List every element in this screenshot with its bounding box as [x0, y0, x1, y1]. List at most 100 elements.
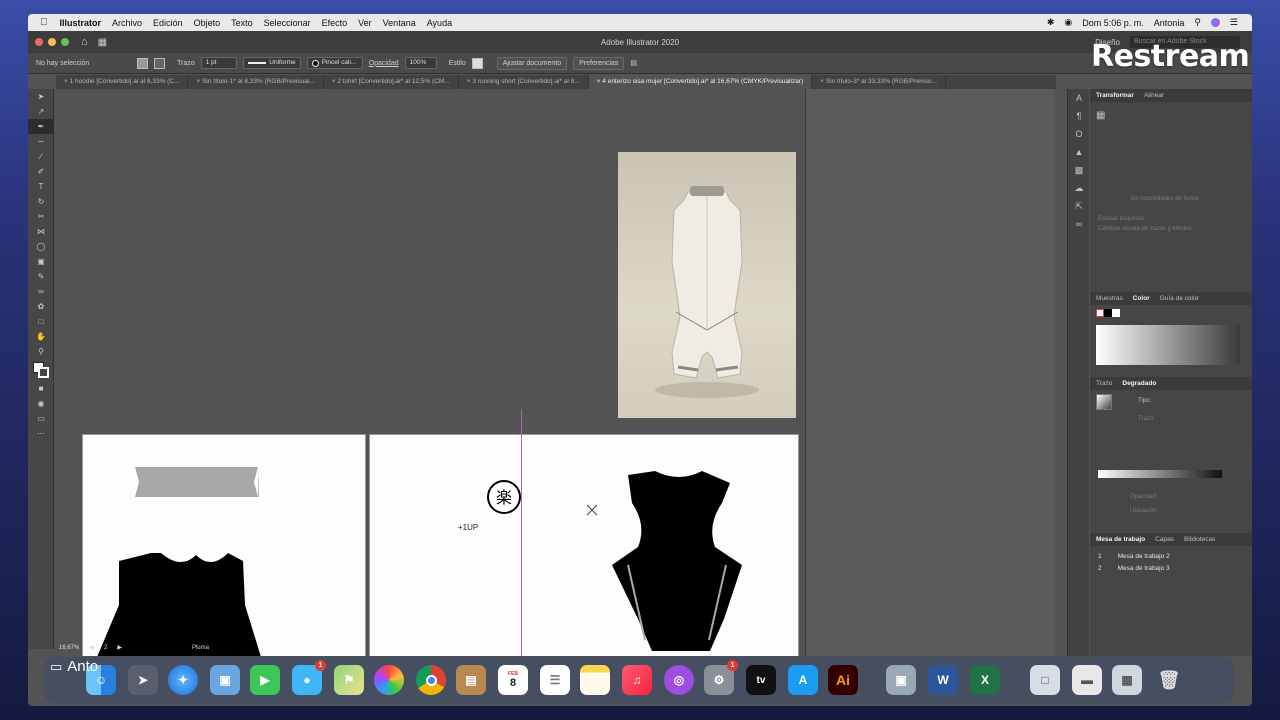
- reference-photo-bodysuit[interactable]: [618, 152, 796, 418]
- artboard-list-item[interactable]: 2 Mesa de trabajo 3: [1090, 562, 1252, 574]
- stroke-weight-field[interactable]: 1 pt: [200, 57, 237, 69]
- trash-icon[interactable]: 🗑: [1154, 665, 1184, 695]
- zoom-level[interactable]: 16,67%: [59, 645, 79, 651]
- zoom-tool-icon[interactable]: ⚲: [28, 344, 54, 359]
- app-store-icon[interactable]: A: [788, 665, 818, 695]
- draw-mode-icon[interactable]: ◉: [28, 396, 54, 411]
- stroke-label[interactable]: Trazo: [177, 60, 195, 67]
- appearance-panel-icon[interactable]: ▲: [1068, 143, 1090, 161]
- menu-archivo[interactable]: Archivo: [112, 18, 142, 28]
- menu-edicion[interactable]: Edición: [153, 18, 183, 28]
- opentype-panel-icon[interactable]: O: [1068, 125, 1090, 143]
- minimize-window-icon[interactable]: [48, 38, 56, 46]
- doc-tab[interactable]: × 2 tshirt [Convertido].ai* al 12,5% (CM…: [324, 75, 459, 89]
- tab-bibliotecas[interactable]: Bibliotecas: [1184, 536, 1215, 543]
- opacity-label[interactable]: Opacidad: [369, 60, 399, 67]
- links-panel-icon[interactable]: ☁: [1068, 179, 1090, 197]
- apple-tv-icon[interactable]: tv: [746, 665, 776, 695]
- system-preferences-icon[interactable]: ⚙ 1: [704, 660, 738, 695]
- artboard-number[interactable]: 2: [104, 645, 107, 651]
- symbol-sprayer-tool-icon[interactable]: ✿: [28, 299, 54, 314]
- notes-icon[interactable]: [580, 665, 610, 695]
- downloads-stack-icon[interactable]: □: [1030, 665, 1060, 695]
- word-icon[interactable]: W: [928, 665, 958, 695]
- fill-stroke-swatches[interactable]: [33, 362, 49, 378]
- scale-corners-option[interactable]: Escalar esquinas: [1090, 210, 1252, 222]
- screen-mode-icon[interactable]: ▭: [28, 411, 54, 426]
- current-tool-status[interactable]: Pluma: [192, 645, 209, 651]
- character-panel-icon[interactable]: A: [1068, 89, 1090, 107]
- stroke-swatch[interactable]: [154, 57, 165, 69]
- doc-tab[interactable]: × 3 running short [Convertido].ai* al 8.…: [459, 75, 589, 89]
- color-mode-icon[interactable]: ■: [28, 381, 54, 396]
- canvas-area[interactable]: 楽 +1UP: [55, 89, 1055, 656]
- shape-builder-tool-icon[interactable]: ◯: [28, 239, 54, 254]
- wifi-icon[interactable]: ◉: [1064, 17, 1072, 28]
- artboard-nav-prev-icon[interactable]: ◀: [89, 644, 94, 651]
- menubar-user[interactable]: Antonia: [1154, 18, 1185, 28]
- tab-alinear[interactable]: Alinear: [1144, 92, 1164, 99]
- fill-stroke-icon[interactable]: [28, 359, 54, 381]
- fill-swatch[interactable]: [137, 57, 148, 69]
- menu-texto[interactable]: Texto: [231, 18, 253, 28]
- tab-muestras[interactable]: Muestras: [1096, 295, 1123, 302]
- tab-capas[interactable]: Capas: [1155, 536, 1174, 543]
- width-tool-icon[interactable]: ⋈: [28, 224, 54, 239]
- siri-icon[interactable]: [1210, 18, 1220, 27]
- reference-point-icon[interactable]: ▦: [1096, 110, 1105, 121]
- gradient-preview[interactable]: [1096, 394, 1112, 410]
- scale-strokes-option[interactable]: Cambiar escala de trazos y efectos: [1090, 222, 1252, 232]
- variable-width-profile[interactable]: Uniforme: [242, 57, 301, 69]
- zoom-window-icon[interactable]: [61, 38, 69, 46]
- notes-folder-icon[interactable]: ▤: [456, 665, 486, 695]
- blend-tool-icon[interactable]: ∞: [28, 284, 54, 299]
- doc-tab[interactable]: × 1 hoodie [Convertido].ai al 8,33% (C..…: [56, 75, 189, 89]
- white-swatch[interactable]: [1112, 309, 1120, 317]
- vertical-guide[interactable]: [521, 409, 522, 656]
- messages-icon[interactable]: ● 1: [292, 660, 326, 695]
- spotlight-search-icon[interactable]: ⚲: [1194, 17, 1201, 28]
- graphic-styles-panel-icon[interactable]: ▩: [1068, 161, 1090, 179]
- line-tool-icon[interactable]: ∕: [28, 149, 54, 164]
- hand-tool-icon[interactable]: ✋: [28, 329, 54, 344]
- menu-seleccionar[interactable]: Seleccionar: [264, 18, 311, 28]
- type-tool-icon[interactable]: T: [28, 179, 54, 194]
- gradient-slider[interactable]: [1098, 470, 1222, 478]
- rotate-tool-icon[interactable]: ↻: [28, 194, 54, 209]
- menu-objeto[interactable]: Objeto: [194, 18, 221, 28]
- artboard-tool-icon[interactable]: □: [28, 314, 54, 329]
- brush-tool-icon[interactable]: ✐: [28, 164, 54, 179]
- tab-trazo[interactable]: Trazo: [1096, 380, 1112, 387]
- bluetooth-icon[interactable]: ✱: [1047, 17, 1055, 28]
- symbols-panel-icon[interactable]: ∞: [1068, 215, 1090, 233]
- none-swatch-icon[interactable]: [1096, 309, 1104, 317]
- eyedropper-tool-icon[interactable]: ✎: [28, 269, 54, 284]
- artboard-list-item[interactable]: 1 Mesa de trabajo 2: [1090, 550, 1252, 562]
- selection-tool-icon[interactable]: ➤: [28, 89, 54, 104]
- close-window-icon[interactable]: [35, 38, 43, 46]
- excel-icon[interactable]: X: [970, 665, 1000, 695]
- tab-mesa-de-trabajo[interactable]: Mesa de trabajo: [1096, 536, 1145, 543]
- menubar-clock[interactable]: Dom 5:06 p. m.: [1082, 18, 1144, 28]
- reminders-icon[interactable]: ☰: [540, 665, 570, 695]
- document-setup-button[interactable]: Ajustar documento: [496, 56, 568, 70]
- menu-ver[interactable]: Ver: [358, 18, 372, 28]
- menu-efecto[interactable]: Efecto: [322, 18, 348, 28]
- menu-app-illustrator[interactable]: Illustrator: [60, 18, 102, 28]
- facetime-icon[interactable]: ▶: [250, 665, 280, 695]
- doc-tab[interactable]: × Sin título-1* al 8,33% (RGB/Previsual.…: [188, 75, 324, 89]
- arrange-documents-icon[interactable]: ▦: [98, 37, 107, 48]
- tab-color[interactable]: Color: [1133, 295, 1150, 302]
- black-swatch[interactable]: [1104, 309, 1112, 317]
- export-panel-icon[interactable]: ⇱: [1068, 197, 1090, 215]
- pen-tool-icon[interactable]: ✒: [28, 119, 54, 134]
- paragraph-panel-icon[interactable]: ¶: [1068, 107, 1090, 125]
- graphic-style-swatch[interactable]: [471, 57, 483, 69]
- photos-icon[interactable]: [374, 665, 404, 695]
- music-icon[interactable]: ♫: [622, 665, 652, 695]
- podcasts-icon[interactable]: ◎: [664, 665, 694, 695]
- color-spectrum[interactable]: [1096, 325, 1240, 365]
- safari-icon[interactable]: ✦: [168, 665, 198, 695]
- tab-transformar[interactable]: Transformar: [1096, 92, 1134, 99]
- chrome-icon[interactable]: [416, 665, 446, 695]
